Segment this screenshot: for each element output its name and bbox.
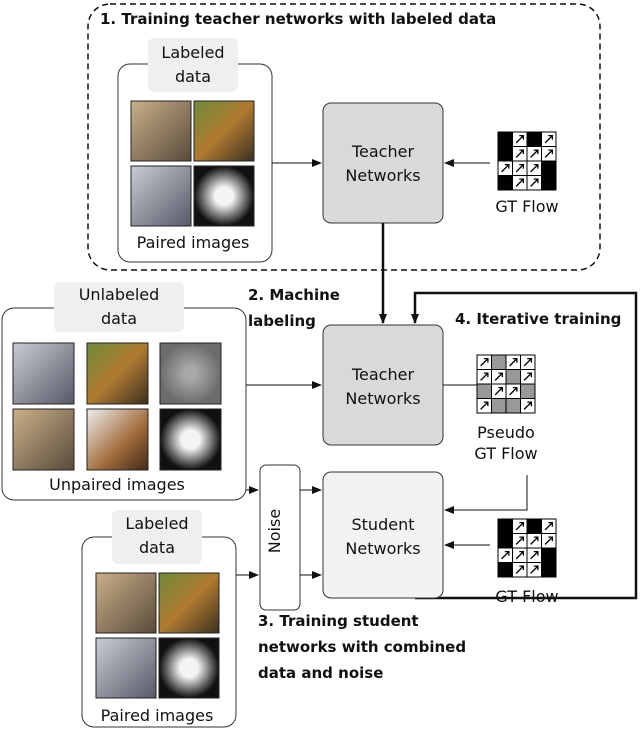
cat-image: [86, 408, 149, 471]
flow-cell: [541, 160, 557, 176]
stage3-title: 3. Training student networks with combine…: [258, 612, 466, 682]
tab-label: Labeled: [161, 43, 224, 62]
cat-image: [193, 165, 255, 227]
flow-cell: [541, 547, 557, 563]
tab-label: Unlabeled: [79, 285, 160, 304]
paired-images-caption: Paired images: [101, 706, 214, 725]
stage4-title: 4. Iterative training: [455, 310, 621, 328]
cat-image: [95, 637, 157, 699]
cat-image: [158, 572, 220, 634]
student-label: Networks: [345, 539, 420, 558]
cat-image: [193, 100, 255, 162]
cat-image: [12, 342, 75, 405]
flow-cell: [491, 398, 507, 414]
paired-images-caption: Paired images: [137, 233, 250, 252]
teacher-label: Networks: [345, 166, 420, 185]
flow-cell: [476, 383, 492, 399]
flow-cell: [497, 175, 513, 191]
cat-image: [130, 100, 192, 162]
pseudo-gt-flow-grid: [476, 354, 536, 414]
pseudo-label: GT Flow: [474, 444, 537, 463]
flow-cell: [505, 398, 521, 414]
flow-cell: [491, 354, 507, 370]
flow-cell: [497, 146, 513, 162]
stage2-title: 2. Machine labeling: [248, 286, 340, 330]
stage1-title: 1. Training teacher networks with labele…: [100, 10, 496, 28]
cat-image: [12, 408, 75, 471]
gt-flow-label: GT Flow: [495, 587, 558, 606]
student-networks: [322, 471, 444, 599]
cat-image: [86, 342, 149, 405]
gt-flow-label: GT Flow: [495, 197, 558, 216]
arrow: [444, 475, 528, 514]
flow-cell: [497, 518, 513, 534]
flow-cell: [497, 562, 513, 578]
student-label: Student: [352, 515, 415, 534]
flow-cell: [497, 533, 513, 549]
flow-cell: [541, 175, 557, 191]
diagram: 1. Training teacher networks with labele…: [1, 3, 638, 728]
teacher-label: Networks: [345, 389, 420, 408]
teacher-label: Teacher: [351, 365, 414, 384]
teacher-networks-1: [322, 102, 444, 224]
gt-flow-grid-2: [497, 518, 557, 578]
teacher-label: Teacher: [351, 142, 414, 161]
flow-cell: [526, 518, 542, 534]
tab-label: Labeled: [125, 514, 188, 533]
gt-flow-grid-1: [497, 131, 557, 191]
flow-cell: [505, 369, 521, 385]
cat-image: [159, 342, 222, 405]
noise-label: Noise: [265, 509, 284, 553]
flow-cell: [526, 131, 542, 147]
cat-image: [95, 572, 157, 634]
tab-label: data: [101, 309, 137, 328]
flow-cell: [497, 131, 513, 147]
cat-image: [130, 165, 192, 227]
cat-image: [159, 408, 222, 471]
flow-cell: [520, 383, 536, 399]
tab-label: data: [175, 67, 211, 86]
unpaired-images-caption: Unpaired images: [49, 475, 185, 494]
flow-cell: [541, 562, 557, 578]
cat-image: [158, 637, 220, 699]
pseudo-label: Pseudo: [477, 423, 535, 442]
teacher-networks-2: [322, 324, 444, 446]
tab-label: data: [139, 538, 175, 557]
